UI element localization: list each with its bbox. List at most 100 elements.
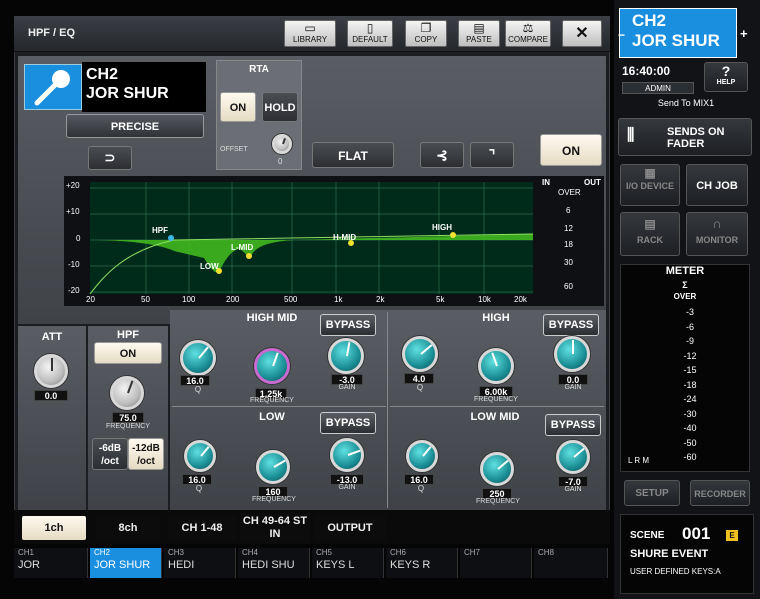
high-bypass-button[interactable]: BYPASS (543, 314, 599, 336)
channel-name-box[interactable]: CH2 JOR SHUR (82, 62, 206, 112)
rta-title: RTA (249, 64, 269, 75)
microphone-icon (34, 70, 70, 106)
channel-name: JOR SHUR (86, 85, 169, 102)
compare-button[interactable]: ⚖ COMPARE (505, 20, 551, 47)
eq-on-button[interactable]: ON (540, 134, 602, 166)
meter-in-label: IN (542, 178, 550, 187)
hpf-slope-6db-button[interactable]: -6dB /oct (92, 438, 128, 470)
rack-icon: ▤ (644, 217, 656, 231)
channel-strip-ch7[interactable]: CH7 (460, 548, 532, 578)
low-mid-frequency-knob[interactable] (480, 452, 514, 486)
low-frequency-knob[interactable] (256, 450, 290, 484)
rta-offset-label: OFFSET (220, 146, 248, 153)
selected-channel-name: JOR SHUR (632, 31, 720, 50)
hpf-on-button[interactable]: ON (94, 342, 162, 364)
high-gain-knob[interactable] (554, 336, 590, 372)
channel-strip-ch1[interactable]: CH1 JOR (14, 548, 88, 578)
low-shelf-button[interactable]: ⊰ (420, 142, 464, 168)
send-to-label: Send To MIX1 (657, 98, 715, 108)
document-icon: ▯ (366, 21, 374, 35)
db-label: +20 (66, 181, 80, 190)
copy-button[interactable]: ❐ COPY (405, 20, 447, 47)
rta-offset-value: 0 (278, 157, 283, 166)
compare-icon: ⚖ (522, 21, 534, 35)
channel-strip-ch3[interactable]: CH3 HEDI (164, 548, 236, 578)
low-gain-label: GAIN (338, 484, 356, 491)
sends-on-fader-button[interactable]: ⫼ SENDS ON FADER (618, 118, 752, 156)
channel-strip-ch8[interactable]: CH8 (534, 548, 608, 578)
prev-channel-button[interactable]: − (618, 28, 625, 42)
rack-button[interactable]: ▤ RACK (620, 212, 680, 256)
user-badge[interactable]: ADMIN (622, 82, 694, 94)
ch-job-button[interactable]: CH JOB (686, 164, 748, 206)
high-mid-gain-knob[interactable] (328, 338, 364, 374)
high-mid-bypass-button[interactable]: BYPASS (320, 314, 376, 336)
library-button[interactable]: ▭ LIBRARY (284, 20, 336, 47)
hpf-frequency-label: FREQUENCY (106, 423, 150, 430)
default-button[interactable]: ▯ DEFAULT (347, 20, 393, 47)
freq-label: 5k (436, 295, 445, 304)
low-mid-gain-knob[interactable] (556, 440, 590, 474)
hpf-slope-12db-button[interactable]: -12dB /oct (128, 438, 164, 470)
high-q-knob[interactable] (402, 336, 438, 372)
high-point[interactable] (450, 232, 456, 238)
hpf-point-label: HPF (152, 226, 168, 235)
freq-label: 1k (334, 295, 343, 304)
next-channel-button[interactable]: + (740, 26, 748, 41)
freq-label: 20 (86, 295, 95, 304)
tab-output[interactable]: OUTPUT (314, 516, 386, 540)
tab-1ch[interactable]: 1ch (22, 516, 86, 540)
low-gain-knob[interactable] (330, 438, 364, 472)
rta-on-button[interactable]: ON (220, 92, 256, 122)
high-shelf-icon: ⌝ (488, 147, 496, 163)
hpf-point[interactable] (168, 235, 174, 241)
flat-button[interactable]: FLAT (312, 142, 394, 168)
hpf-type-button[interactable]: ⊃ (88, 146, 132, 170)
channel-icon[interactable] (24, 64, 82, 110)
hpf-shape-icon: ⊃ (104, 150, 116, 165)
att-knob[interactable] (34, 354, 68, 388)
channel-strip-ch6[interactable]: CH6 KEYS R (386, 548, 458, 578)
paste-button[interactable]: ▤ PASTE (458, 20, 500, 47)
recorder-button[interactable]: RECORDER (690, 480, 750, 506)
db-label: -20 (68, 286, 80, 295)
low-frequency-label: FREQUENCY (252, 496, 296, 503)
tab-ch-1-48[interactable]: CH 1-48 (168, 516, 236, 540)
scene-label: SCENE (630, 530, 665, 541)
selected-channel-box[interactable]: CH2 JOR SHUR (619, 8, 737, 58)
io-device-button[interactable]: ▦ I/O DEVICE (620, 164, 680, 206)
tab-8ch[interactable]: 8ch (96, 516, 160, 540)
low-mid-gain-label: GAIN (564, 486, 582, 493)
help-button[interactable]: ? HELP (704, 62, 748, 92)
high-frequency-knob[interactable] (478, 348, 514, 384)
channel-strip-ch2[interactable]: CH2 JOR SHUR (90, 548, 162, 578)
l-mid-point[interactable] (246, 253, 252, 259)
att-label: ATT (41, 331, 63, 343)
low-shelf-icon: ⊰ (436, 147, 448, 163)
low-title: LOW (259, 411, 285, 423)
meter-sigma: Σ (682, 280, 688, 290)
hpf-label: HPF (117, 329, 139, 341)
eq-mode-button[interactable]: PRECISE (66, 114, 204, 138)
rta-offset-knob[interactable] (272, 134, 292, 154)
setup-button[interactable]: SETUP (624, 480, 680, 506)
low-q-knob[interactable] (184, 440, 216, 472)
db-label: 0 (76, 234, 81, 243)
hpf-frequency-knob[interactable] (110, 376, 144, 410)
high-shelf-button[interactable]: ⌝ (470, 142, 514, 168)
high-mid-frequency-knob[interactable] (254, 348, 290, 384)
high-mid-title: HIGH MID (246, 312, 298, 324)
low-bypass-button[interactable]: BYPASS (320, 412, 376, 434)
close-button[interactable]: ✕ (562, 20, 602, 47)
tab-ch-49-64-st-in[interactable]: CH 49-64 ST IN (240, 513, 310, 543)
selected-channel-number: CH2 (632, 11, 667, 30)
channel-strip-ch4[interactable]: CH4 HEDI SHU (238, 548, 310, 578)
high-point-label: HIGH (432, 223, 452, 232)
monitor-button[interactable]: ∩ MONITOR (686, 212, 748, 256)
high-mid-q-knob[interactable] (180, 340, 216, 376)
low-mid-bypass-button[interactable]: BYPASS (545, 414, 601, 436)
rta-hold-button[interactable]: HOLD (262, 92, 298, 122)
channel-strip-ch5[interactable]: CH5 KEYS L (312, 548, 384, 578)
meter-scale: 12 (564, 224, 573, 233)
low-mid-q-knob[interactable] (406, 440, 438, 472)
